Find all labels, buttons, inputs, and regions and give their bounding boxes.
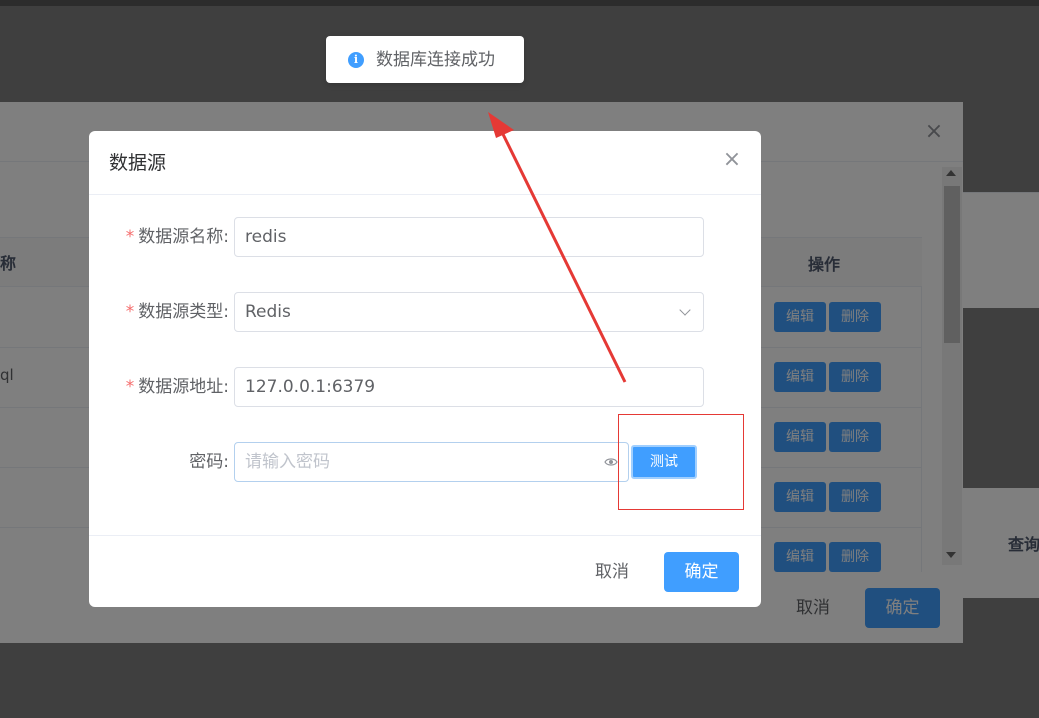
type-field-label: * 数据源类型:	[99, 292, 229, 332]
confirm-button[interactable]: 确定	[664, 552, 739, 592]
name-field-label: * 数据源名称:	[99, 217, 229, 257]
annotation-highlight-box	[618, 414, 744, 510]
dialog-title: 数据源	[109, 152, 167, 174]
address-label-text: 数据源地址:	[138, 377, 229, 397]
success-toast: i 数据库连接成功	[326, 36, 524, 83]
dialog-header-divider	[89, 194, 761, 195]
datasource-type-value: Redis	[245, 302, 291, 322]
toast-message: 数据库连接成功	[376, 50, 495, 70]
info-icon: i	[348, 52, 364, 68]
datasource-dialog: 数据源 × * 数据源名称: redis * 数据源类型: Redis * 数据源地址…	[89, 131, 761, 607]
password-input[interactable]: 请输入密码	[234, 442, 629, 482]
password-field-label: 密码:	[189, 452, 229, 472]
eye-icon[interactable]	[604, 456, 618, 468]
required-mark: *	[125, 377, 135, 397]
cancel-button[interactable]: 取消	[579, 552, 645, 592]
close-icon[interactable]: ×	[720, 148, 744, 172]
chevron-down-icon	[679, 304, 691, 316]
required-mark: *	[125, 302, 135, 322]
type-label-text: 数据源类型:	[138, 302, 229, 322]
name-label-text: 数据源名称:	[138, 227, 229, 247]
address-field-label: * 数据源地址:	[99, 367, 229, 407]
password-placeholder: 请输入密码	[245, 452, 330, 472]
annotation-arrow-icon	[488, 112, 627, 383]
required-mark: *	[125, 227, 135, 247]
dialog-footer-divider	[89, 535, 761, 536]
